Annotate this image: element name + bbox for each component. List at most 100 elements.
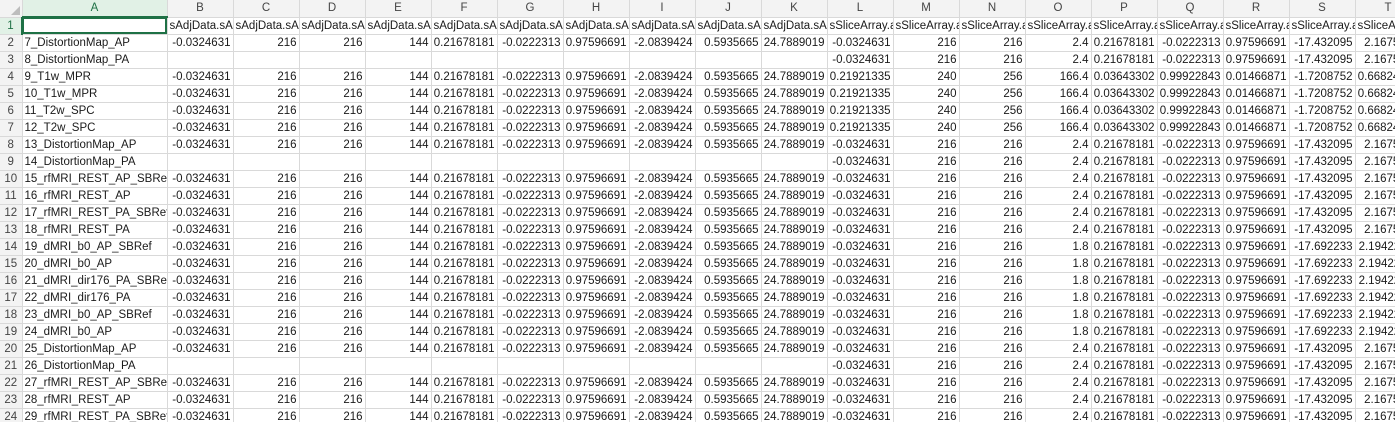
cell-j4[interactable]: 0.5935665 bbox=[695, 68, 762, 86]
cell-l7[interactable]: 0.21921335 bbox=[827, 119, 894, 137]
row-header-9[interactable]: 9 bbox=[0, 153, 23, 171]
cell-m9[interactable]: 216 bbox=[893, 153, 960, 171]
column-header-j[interactable]: J bbox=[695, 0, 762, 18]
cell-f19[interactable]: 0.21678181 bbox=[431, 323, 498, 341]
cell-e2[interactable]: 144 bbox=[365, 34, 432, 52]
cell-c5[interactable]: 216 bbox=[233, 85, 300, 103]
cell-n24[interactable]: 216 bbox=[959, 408, 1026, 422]
column-header-c[interactable]: C bbox=[233, 0, 300, 18]
cell-t8[interactable]: 2.1675455 bbox=[1355, 136, 1395, 154]
cell-o13[interactable]: 2.4 bbox=[1025, 221, 1092, 239]
cell-s11[interactable]: -17.432095 bbox=[1289, 187, 1356, 205]
cell-t20[interactable]: 2.1675455 bbox=[1355, 340, 1395, 358]
cell-r22[interactable]: 0.97596691 bbox=[1223, 374, 1290, 392]
cell-r19[interactable]: 0.97596691 bbox=[1223, 323, 1290, 341]
row-header-11[interactable]: 11 bbox=[0, 187, 23, 205]
cell-l24[interactable]: -0.0324631 bbox=[827, 408, 894, 422]
cell-o24[interactable]: 2.4 bbox=[1025, 408, 1092, 422]
cell-d2[interactable]: 216 bbox=[299, 34, 366, 52]
cell-d11[interactable]: 216 bbox=[299, 187, 366, 205]
row-header-24[interactable]: 24 bbox=[0, 408, 23, 422]
cell-i22[interactable]: -2.0839424 bbox=[629, 374, 696, 392]
row-header-6[interactable]: 6 bbox=[0, 102, 23, 120]
cell-f7[interactable]: 0.21678181 bbox=[431, 119, 498, 137]
cell-f11[interactable]: 0.21678181 bbox=[431, 187, 498, 205]
cell-f5[interactable]: 0.21678181 bbox=[431, 85, 498, 103]
column-header-e[interactable]: E bbox=[365, 0, 432, 18]
cell-p6[interactable]: 0.03643302 bbox=[1091, 102, 1158, 120]
cell-k1[interactable]: sAdjData.sAdj bbox=[761, 17, 828, 35]
cell-c15[interactable]: 216 bbox=[233, 255, 300, 273]
cell-p19[interactable]: 0.21678181 bbox=[1091, 323, 1158, 341]
cell-d5[interactable]: 216 bbox=[299, 85, 366, 103]
cell-e19[interactable]: 144 bbox=[365, 323, 432, 341]
cell-r23[interactable]: 0.97596691 bbox=[1223, 391, 1290, 409]
cell-k13[interactable]: 24.7889019 bbox=[761, 221, 828, 239]
cell-r8[interactable]: 0.97596691 bbox=[1223, 136, 1290, 154]
cell-j9[interactable] bbox=[695, 153, 762, 171]
cell-l18[interactable]: -0.0324631 bbox=[827, 306, 894, 324]
cell-o14[interactable]: 1.8 bbox=[1025, 238, 1092, 256]
cell-s22[interactable]: -17.432095 bbox=[1289, 374, 1356, 392]
cell-m17[interactable]: 216 bbox=[893, 289, 960, 307]
cell-q1[interactable]: sSliceArray.a bbox=[1157, 17, 1224, 35]
cell-b18[interactable]: -0.0324631 bbox=[167, 306, 234, 324]
cell-n16[interactable]: 216 bbox=[959, 272, 1026, 290]
cell-m12[interactable]: 216 bbox=[893, 204, 960, 222]
cell-h7[interactable]: 0.97596691 bbox=[563, 119, 630, 137]
cell-c19[interactable]: 216 bbox=[233, 323, 300, 341]
cell-h8[interactable]: 0.97596691 bbox=[563, 136, 630, 154]
cell-b17[interactable]: -0.0324631 bbox=[167, 289, 234, 307]
cell-l3[interactable]: -0.0324631 bbox=[827, 51, 894, 69]
cell-t18[interactable]: 2.19422311 bbox=[1355, 306, 1395, 324]
cell-b2[interactable]: -0.0324631 bbox=[167, 34, 234, 52]
cell-d1[interactable]: sAdjData.sAdj bbox=[299, 17, 366, 35]
cell-g15[interactable]: -0.0222313 bbox=[497, 255, 564, 273]
cell-f3[interactable] bbox=[431, 51, 498, 69]
cell-j20[interactable]: 0.5935665 bbox=[695, 340, 762, 358]
cell-o16[interactable]: 1.8 bbox=[1025, 272, 1092, 290]
cell-h24[interactable]: 0.97596691 bbox=[563, 408, 630, 422]
cell-b9[interactable] bbox=[167, 153, 234, 171]
row-header-8[interactable]: 8 bbox=[0, 136, 23, 154]
column-header-h[interactable]: H bbox=[563, 0, 630, 18]
cell-p21[interactable]: 0.21678181 bbox=[1091, 357, 1158, 375]
row-header-19[interactable]: 19 bbox=[0, 323, 23, 341]
cell-p15[interactable]: 0.21678181 bbox=[1091, 255, 1158, 273]
cell-b11[interactable]: -0.0324631 bbox=[167, 187, 234, 205]
cell-o4[interactable]: 166.4 bbox=[1025, 68, 1092, 86]
cell-c22[interactable]: 216 bbox=[233, 374, 300, 392]
cell-l10[interactable]: -0.0324631 bbox=[827, 170, 894, 188]
cell-b15[interactable]: -0.0324631 bbox=[167, 255, 234, 273]
cell-q21[interactable]: -0.0222313 bbox=[1157, 357, 1224, 375]
cell-s20[interactable]: -17.432095 bbox=[1289, 340, 1356, 358]
cell-e23[interactable]: 144 bbox=[365, 391, 432, 409]
cell-m20[interactable]: 216 bbox=[893, 340, 960, 358]
row-header-3[interactable]: 3 bbox=[0, 51, 23, 69]
cell-k17[interactable]: 24.7889019 bbox=[761, 289, 828, 307]
cell-t12[interactable]: 2.1675455 bbox=[1355, 204, 1395, 222]
cell-o10[interactable]: 2.4 bbox=[1025, 170, 1092, 188]
cell-o5[interactable]: 166.4 bbox=[1025, 85, 1092, 103]
cell-k4[interactable]: 24.7889019 bbox=[761, 68, 828, 86]
cell-f21[interactable] bbox=[431, 357, 498, 375]
row-header-16[interactable]: 16 bbox=[0, 272, 23, 290]
cell-n7[interactable]: 256 bbox=[959, 119, 1026, 137]
cell-p4[interactable]: 0.03643302 bbox=[1091, 68, 1158, 86]
cell-q13[interactable]: -0.0222313 bbox=[1157, 221, 1224, 239]
column-header-d[interactable]: D bbox=[299, 0, 366, 18]
cell-i24[interactable]: -2.0839424 bbox=[629, 408, 696, 422]
cell-p24[interactable]: 0.21678181 bbox=[1091, 408, 1158, 422]
column-header-i[interactable]: I bbox=[629, 0, 696, 18]
cell-p11[interactable]: 0.21678181 bbox=[1091, 187, 1158, 205]
cell-i15[interactable]: -2.0839424 bbox=[629, 255, 696, 273]
cell-i16[interactable]: -2.0839424 bbox=[629, 272, 696, 290]
cell-b1[interactable]: sAdjData.sAdj bbox=[167, 17, 234, 35]
row-header-5[interactable]: 5 bbox=[0, 85, 23, 103]
cell-m1[interactable]: sSliceArray.a bbox=[893, 17, 960, 35]
cell-f22[interactable]: 0.21678181 bbox=[431, 374, 498, 392]
cell-f23[interactable]: 0.21678181 bbox=[431, 391, 498, 409]
cell-s24[interactable]: -17.432095 bbox=[1289, 408, 1356, 422]
cell-f20[interactable]: 0.21678181 bbox=[431, 340, 498, 358]
cell-t5[interactable]: 0.66824061 bbox=[1355, 85, 1395, 103]
